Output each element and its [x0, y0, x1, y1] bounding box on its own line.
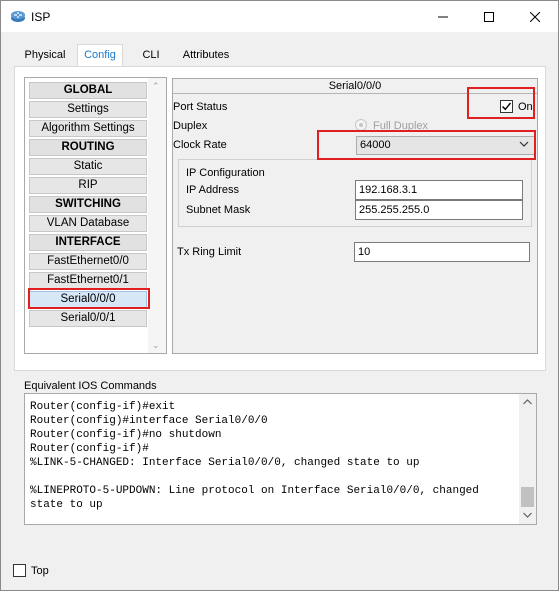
scroll-up-icon: [523, 399, 532, 405]
interface-title: Serial0/0/0: [173, 79, 537, 94]
interface-config-panel: Serial0/0/0 Port Status On Duplex Full D…: [172, 78, 538, 354]
ip-configuration-group: IP Configuration IP Address 192.168.3.1 …: [178, 159, 532, 227]
scroll-down-icon[interactable]: ⌄: [152, 340, 160, 351]
ip-address-input[interactable]: 192.168.3.1: [355, 180, 523, 200]
ip-configuration-label: IP Configuration: [186, 167, 265, 179]
sidebar: GLOBAL Settings Algorithm Settings ROUTI…: [24, 77, 167, 354]
minimize-icon: [438, 16, 448, 17]
tab-attributes[interactable]: Attributes: [175, 46, 237, 66]
ios-scrollbar[interactable]: [519, 394, 536, 524]
sidebar-item-fastethernet0-0[interactable]: FastEthernet0/0: [29, 253, 147, 270]
top-label: Top: [31, 565, 49, 577]
close-button[interactable]: [512, 1, 558, 32]
maximize-icon: [484, 11, 494, 22]
subnet-mask-input[interactable]: 255.255.255.0: [355, 200, 523, 220]
tab-cli[interactable]: CLI: [131, 46, 171, 66]
full-duplex-radio[interactable]: [355, 119, 367, 131]
port-status-checkbox[interactable]: [500, 100, 513, 113]
sidebar-item-algorithm-settings[interactable]: Algorithm Settings: [29, 120, 147, 137]
top-checkbox[interactable]: [13, 564, 26, 577]
tab-physical[interactable]: Physical: [17, 46, 73, 66]
tx-ring-limit-label: Tx Ring Limit: [177, 246, 242, 258]
clock-rate-label: Clock Rate: [173, 139, 227, 151]
port-status-label: Port Status: [173, 101, 228, 113]
sidebar-item-static[interactable]: Static: [29, 158, 147, 175]
tab-config[interactable]: Config: [77, 44, 123, 67]
router-app-icon: [10, 9, 26, 23]
window-title: ISP: [31, 10, 51, 24]
sidebar-header-routing[interactable]: ROUTING: [29, 139, 147, 156]
sidebar-item-settings[interactable]: Settings: [29, 101, 147, 118]
scroll-thumb[interactable]: [521, 487, 534, 507]
ios-commands-box[interactable]: Router(config-if)#exit Router(config)#in…: [24, 393, 537, 525]
full-duplex-label: Full Duplex: [373, 120, 429, 132]
ios-commands-text: Router(config-if)#exit Router(config)#in…: [30, 401, 479, 511]
sidebar-item-serial0-0-1[interactable]: Serial0/0/1: [29, 310, 147, 327]
sidebar-item-rip[interactable]: RIP: [29, 177, 147, 194]
sidebar-header-global[interactable]: GLOBAL: [29, 82, 147, 99]
title-bar[interactable]: ISP: [1, 1, 558, 32]
sidebar-item-serial0-0-0[interactable]: Serial0/0/0: [29, 291, 147, 308]
scroll-down-icon: [523, 512, 532, 518]
sidebar-item-vlan-database[interactable]: VLAN Database: [29, 215, 147, 232]
minimize-button[interactable]: [420, 1, 466, 32]
port-status-on-label: On: [518, 101, 533, 113]
sidebar-item-fastethernet0-1[interactable]: FastEthernet0/1: [29, 272, 147, 289]
clock-rate-value: 64000: [360, 139, 391, 151]
chevron-down-icon: [519, 141, 529, 147]
sidebar-scrollbar[interactable]: ⌃ ⌄: [148, 78, 166, 353]
clock-rate-select[interactable]: 64000: [356, 136, 536, 155]
isp-window: ISP Physical Config CLI Attributes GLOBA…: [0, 0, 559, 591]
ip-address-label: IP Address: [186, 184, 239, 196]
sidebar-header-interface[interactable]: INTERFACE: [29, 234, 147, 251]
sidebar-header-switching[interactable]: SWITCHING: [29, 196, 147, 213]
subnet-mask-label: Subnet Mask: [186, 204, 251, 216]
close-icon: [530, 11, 540, 22]
tx-ring-limit-input[interactable]: 10: [354, 242, 530, 262]
scroll-up-icon[interactable]: ⌃: [152, 81, 160, 92]
checkmark-icon: [502, 102, 512, 111]
duplex-label: Duplex: [173, 120, 208, 132]
maximize-button[interactable]: [466, 1, 512, 32]
ios-commands-label: Equivalent IOS Commands: [24, 380, 157, 392]
